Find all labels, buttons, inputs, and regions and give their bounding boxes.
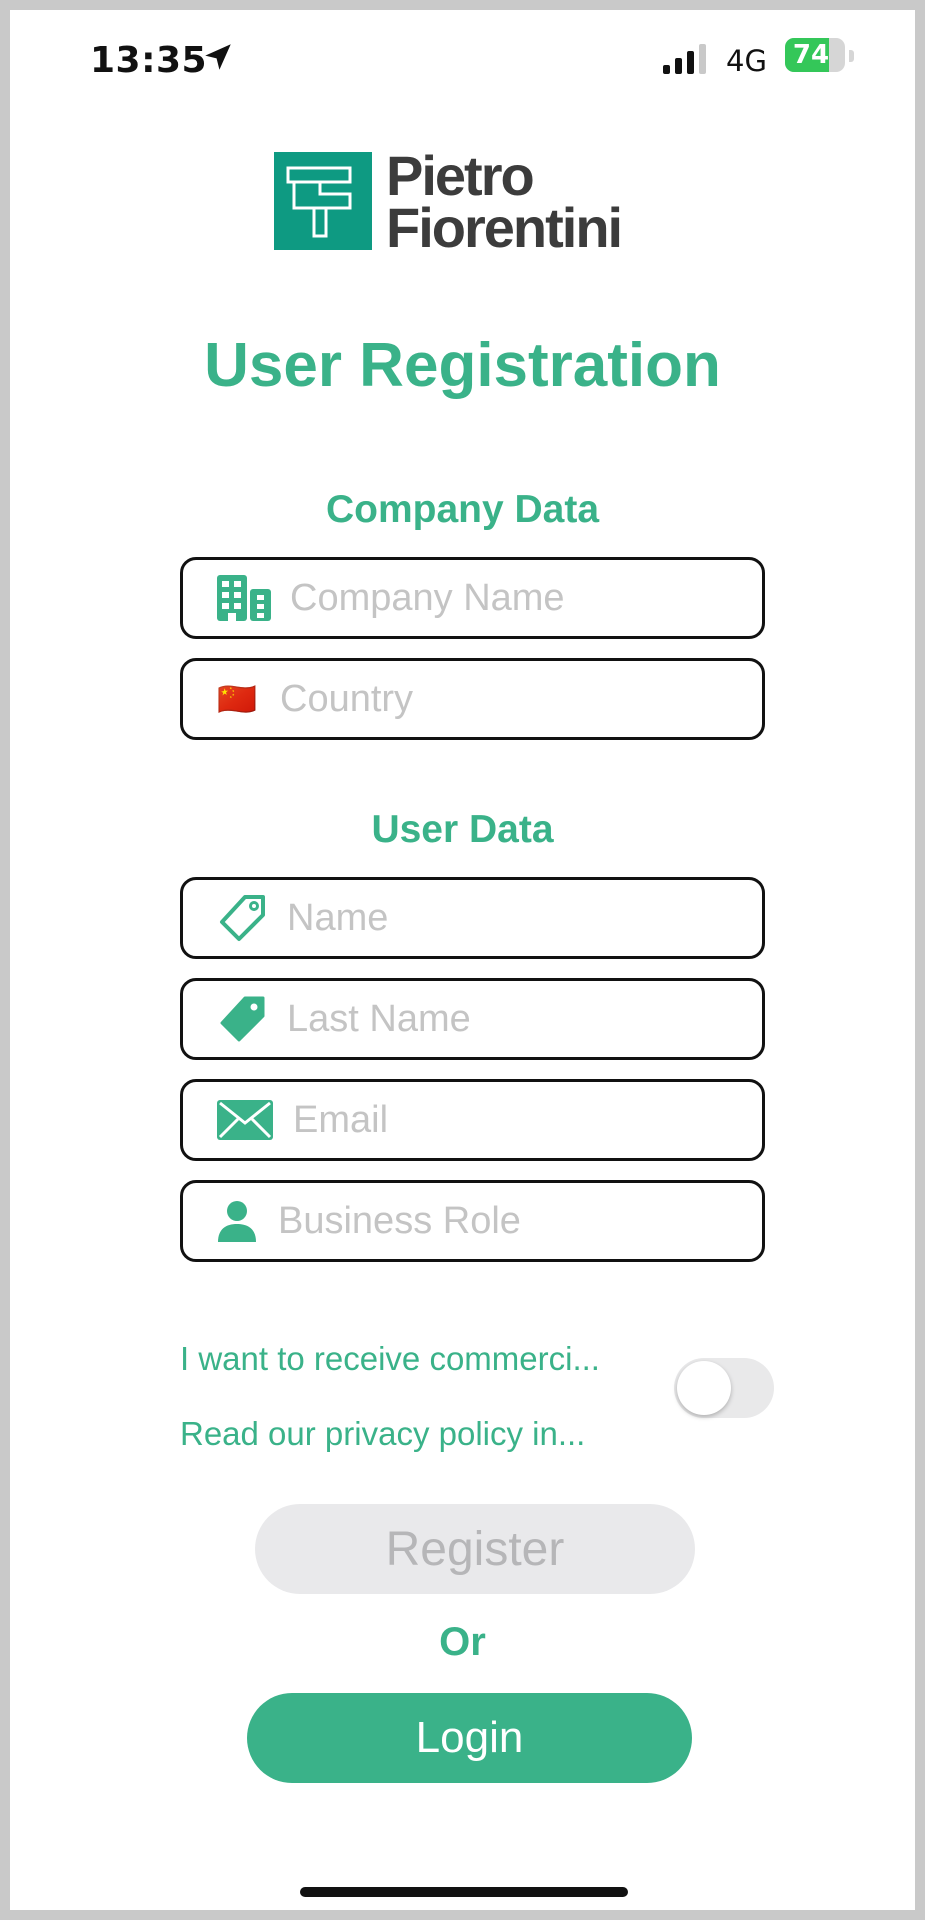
signal-icon	[663, 44, 706, 74]
email-input[interactable]	[293, 1082, 750, 1158]
flag-icon: 🇨🇳	[217, 681, 257, 717]
envelope-icon	[217, 1100, 273, 1140]
name-field[interactable]	[180, 877, 765, 959]
person-icon	[218, 1201, 256, 1242]
company-name-field[interactable]	[180, 557, 765, 639]
location-arrow-icon	[205, 44, 231, 70]
building-icon	[217, 575, 271, 621]
company-name-input[interactable]	[290, 560, 750, 636]
status-bar: 13:35 4G 74	[10, 10, 915, 90]
privacy-policy-link[interactable]: Read our privacy policy in...	[180, 1415, 585, 1453]
company-data-heading: Company Data	[325, 488, 600, 531]
country-field[interactable]: 🇨🇳	[180, 658, 765, 740]
network-label: 4G	[726, 44, 767, 78]
home-indicator	[300, 1887, 628, 1897]
logo-wordmark: Pietro Fiorentini	[386, 144, 686, 259]
or-label: Or	[439, 1620, 486, 1664]
last-name-field[interactable]	[180, 978, 765, 1060]
commercial-consent-text[interactable]: I want to receive commerci...	[180, 1340, 600, 1378]
battery-percent: 74	[792, 40, 830, 70]
logo-line-1: Pietro	[386, 144, 535, 207]
page-title: User Registration	[204, 331, 721, 400]
business-role-field[interactable]	[180, 1180, 765, 1262]
status-time: 13:35	[90, 40, 208, 81]
name-input[interactable]	[287, 880, 750, 956]
tag-filled-icon	[220, 996, 265, 1042]
tag-outline-icon	[220, 895, 265, 941]
logo-mark-icon	[274, 152, 372, 250]
battery-nub	[849, 50, 854, 62]
user-data-heading: User Data	[371, 808, 554, 851]
consent-toggle[interactable]	[674, 1358, 774, 1418]
phone-screen: 13:35 4G 74 Pietro Fiorentini User Regis…	[10, 10, 915, 1910]
country-input[interactable]	[280, 661, 750, 737]
battery-icon: 74	[785, 38, 845, 72]
logo-line-2: Fiorentini	[386, 196, 623, 259]
email-field[interactable]	[180, 1079, 765, 1161]
toggle-knob	[677, 1361, 731, 1415]
business-role-input[interactable]	[278, 1183, 750, 1259]
register-button[interactable]: Register	[255, 1504, 695, 1594]
last-name-input[interactable]	[287, 981, 750, 1057]
login-button[interactable]: Login	[247, 1693, 692, 1783]
